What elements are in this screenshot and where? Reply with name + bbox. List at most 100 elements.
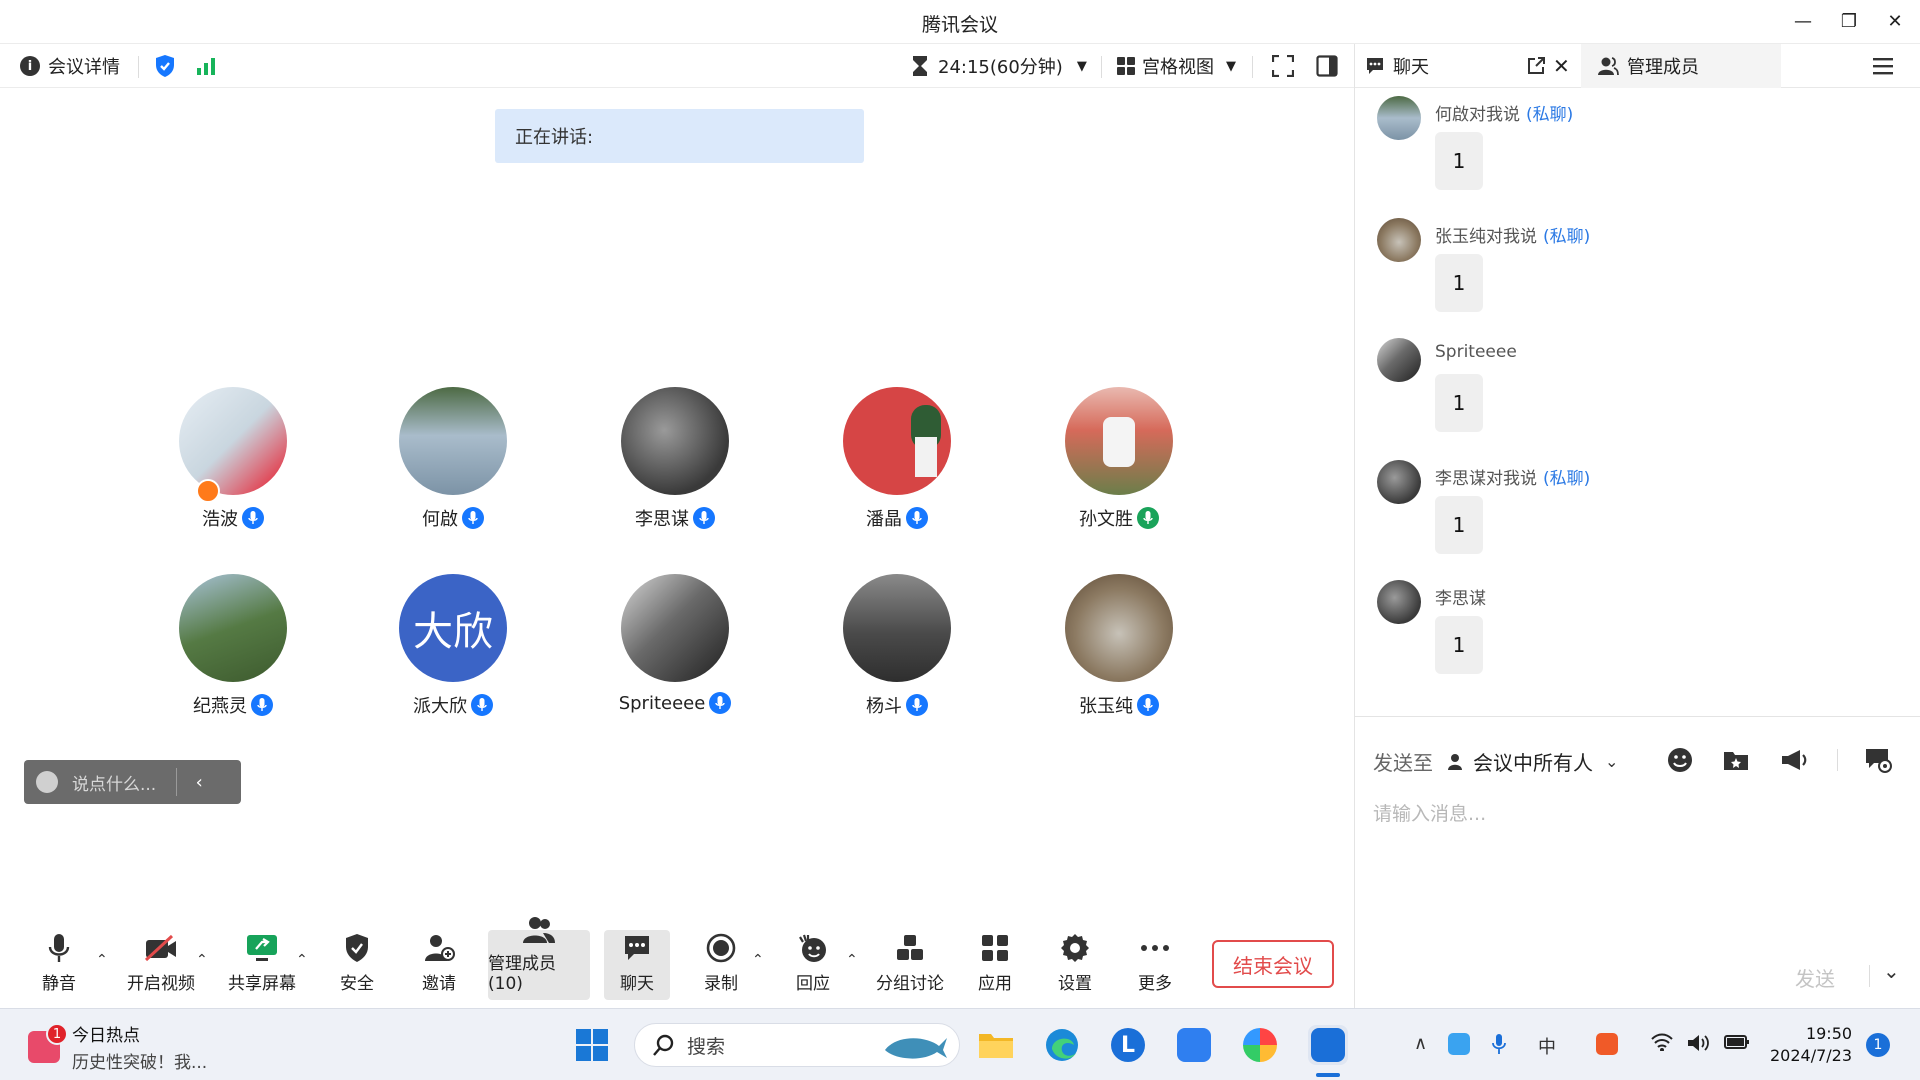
video-options-chevron-icon[interactable]: ⌃ (196, 952, 208, 968)
news-title: 今日热点 (72, 1026, 140, 1046)
send-button[interactable]: 发送 (1795, 963, 1835, 992)
mic-icon (242, 507, 264, 529)
send-to-selector[interactable]: 发送至 会议中所有人 ⌄ (1373, 747, 1618, 776)
participant-tile[interactable]: 大欣 派大欣 (373, 574, 533, 718)
participant-tile[interactable]: 纪燕灵 (153, 574, 313, 718)
breakout-rooms-button[interactable]: 分组讨论 (874, 930, 946, 1000)
settings-button[interactable]: 设置 (1054, 930, 1096, 1000)
avatar (1377, 96, 1421, 140)
send-to-label: 发送至 (1373, 751, 1433, 775)
message-input[interactable]: 请输入消息... (1373, 799, 1486, 826)
whale-decoration-icon (885, 1038, 947, 1059)
file-folder-icon[interactable] (1721, 745, 1751, 775)
mic-icon (693, 507, 715, 529)
hamburger-menu-icon[interactable] (1873, 44, 1893, 88)
participant-tile[interactable]: Spriteeee (595, 574, 755, 714)
invite-button[interactable]: 邀请 (418, 930, 460, 1000)
tencent-meeting-taskbar-icon[interactable] (1308, 1025, 1348, 1065)
reaction-button[interactable]: 回应 (792, 930, 834, 1000)
announcement-icon[interactable] (1779, 745, 1809, 775)
grid-view-button[interactable]: 宫格视图 ▼ (1116, 44, 1236, 88)
tray-app-icon[interactable] (1448, 1033, 1470, 1060)
tab-chat[interactable]: 聊天 (1365, 44, 1429, 88)
close-button[interactable]: ✕ (1872, 6, 1918, 36)
participant-tile[interactable]: 李思谋 (595, 387, 755, 531)
security-shield-icon[interactable] (154, 44, 176, 88)
reaction-options-chevron-icon[interactable]: ⌃ (846, 952, 858, 968)
participant-name: 何啟 (422, 509, 458, 530)
message-bubble[interactable]: 1 (1435, 254, 1483, 312)
share-screen-label: 共享屏幕 (228, 974, 296, 994)
participant-tile[interactable]: 浩波 (153, 387, 313, 531)
input-method-indicator[interactable]: 中 (1538, 1033, 1556, 1059)
apps-button[interactable]: 应用 (974, 930, 1016, 1000)
emoji-icon[interactable] (36, 771, 58, 793)
start-video-button[interactable]: 开启视频 (120, 930, 202, 1000)
blue-app-icon[interactable]: L (1108, 1025, 1148, 1065)
taskbar-search[interactable]: 搜索 (634, 1023, 960, 1067)
record-options-chevron-icon[interactable]: ⌃ (752, 952, 764, 968)
restore-button[interactable]: ❐ (1826, 6, 1872, 36)
notification-badge[interactable]: 1 (1866, 1033, 1890, 1057)
system-clock[interactable]: 19:50 2024/7/23 (1770, 1023, 1852, 1067)
feishu-app-icon[interactable] (1174, 1025, 1214, 1065)
participant-tile[interactable]: 何啟 (373, 387, 533, 531)
timer-text: 24:15(60分钟) (938, 57, 1063, 78)
wifi-icon[interactable] (1650, 1033, 1674, 1056)
chat-settings-icon[interactable] (1863, 745, 1893, 775)
side-panel-toggle-icon[interactable] (1316, 44, 1338, 88)
news-badge: 1 (46, 1023, 68, 1045)
send-options-chevron-icon[interactable]: ⌄ (1883, 959, 1900, 983)
participant-tile[interactable]: 张玉纯 (1039, 574, 1199, 718)
quick-comment-box[interactable]: 说点什么... ‹ (24, 760, 241, 804)
close-chat-icon[interactable]: ✕ (1553, 44, 1570, 88)
sogou-ime-icon[interactable] (1596, 1033, 1618, 1060)
participant-tile[interactable]: 孙文胜 (1039, 387, 1199, 531)
participant-name: 派大欣 (413, 696, 467, 717)
chat-bubble-icon (622, 931, 652, 965)
mic-options-chevron-icon[interactable]: ⌃ (96, 952, 108, 968)
emoji-icon[interactable] (1665, 745, 1695, 775)
message-bubble[interactable]: 1 (1435, 496, 1483, 554)
network-signal-icon[interactable] (196, 44, 218, 88)
more-button[interactable]: 更多 (1134, 930, 1176, 1000)
message-sender: 何啟对我说 (1435, 105, 1520, 125)
manage-members-button[interactable]: 管理成员(10) (488, 917, 590, 1000)
battery-icon[interactable] (1724, 1033, 1750, 1056)
participant-name: 孙文胜 (1079, 509, 1133, 530)
tray-microphone-icon[interactable] (1492, 1033, 1506, 1060)
members-icon (521, 915, 557, 945)
minimize-button[interactable]: — (1780, 6, 1826, 36)
end-meeting-button[interactable]: 结束会议 (1212, 940, 1334, 988)
share-options-chevron-icon[interactable]: ⌃ (296, 952, 308, 968)
more-dots-icon (1140, 931, 1170, 965)
chat-button[interactable]: 聊天 (604, 930, 670, 1000)
windows-start-icon[interactable] (572, 1025, 612, 1065)
news-widget[interactable]: 1 今日热点 历史性突破！我... (28, 1021, 207, 1073)
pop-out-icon[interactable] (1527, 44, 1545, 88)
participant-tile[interactable]: 杨斗 (817, 574, 977, 718)
avatar (179, 574, 287, 682)
security-button[interactable]: 安全 (336, 930, 378, 1000)
message-bubble[interactable]: 1 (1435, 616, 1483, 674)
tray-overflow-icon[interactable]: ∧ (1414, 1033, 1427, 1054)
meeting-timer[interactable]: 24:15(60分钟) ▼ (912, 44, 1087, 88)
message-bubble[interactable]: 1 (1435, 374, 1483, 432)
collapse-chevron-icon[interactable]: ‹ (177, 772, 221, 793)
color-app-icon[interactable] (1240, 1025, 1280, 1065)
chevron-down-icon: ▼ (1076, 58, 1087, 74)
share-screen-button[interactable]: 共享屏幕 (222, 930, 302, 1000)
avatar-initials: 大欣 (413, 609, 493, 655)
mute-button[interactable]: 静音 (34, 930, 84, 1000)
fullscreen-icon[interactable] (1272, 44, 1294, 88)
file-explorer-icon[interactable] (976, 1025, 1016, 1065)
record-button[interactable]: 录制 (700, 930, 742, 1000)
volume-icon[interactable] (1686, 1033, 1710, 1058)
message-bubble[interactable]: 1 (1435, 132, 1483, 190)
meeting-details-button[interactable]: i 会议详情 (20, 44, 120, 88)
edge-browser-icon[interactable] (1042, 1025, 1082, 1065)
window-title: 腾讯会议 (921, 14, 998, 36)
participant-tile[interactable]: 潘晶 (817, 387, 977, 531)
avatar (1377, 338, 1421, 382)
tab-members[interactable]: 管理成员 (1581, 44, 1781, 88)
